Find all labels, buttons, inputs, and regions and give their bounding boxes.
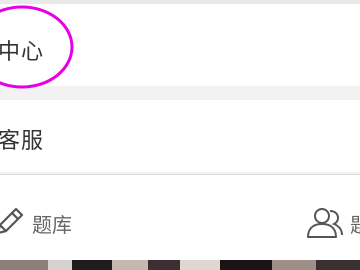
menu-item-customer-service[interactable]: 客服	[0, 100, 360, 172]
users-icon	[302, 205, 344, 241]
menu-item-label: 客服	[0, 129, 45, 154]
thumbnail	[220, 260, 272, 270]
pencil-icon	[0, 205, 26, 241]
bottom-tab-bar: 题库 题	[0, 175, 360, 260]
thumbnail	[148, 260, 180, 270]
image-strip	[0, 260, 360, 270]
tab-question-bank[interactable]: 题库	[0, 203, 72, 243]
thumbnail	[48, 260, 72, 270]
thumbnail	[316, 260, 360, 270]
thumbnail	[72, 260, 112, 270]
thumbnail	[112, 260, 148, 270]
tab-label: 题	[350, 209, 360, 238]
thumbnail	[272, 260, 316, 270]
tab-users[interactable]: 题	[302, 203, 360, 243]
thumbnail	[180, 260, 220, 270]
thumbnail	[0, 260, 48, 270]
tab-label: 题库	[32, 212, 72, 237]
